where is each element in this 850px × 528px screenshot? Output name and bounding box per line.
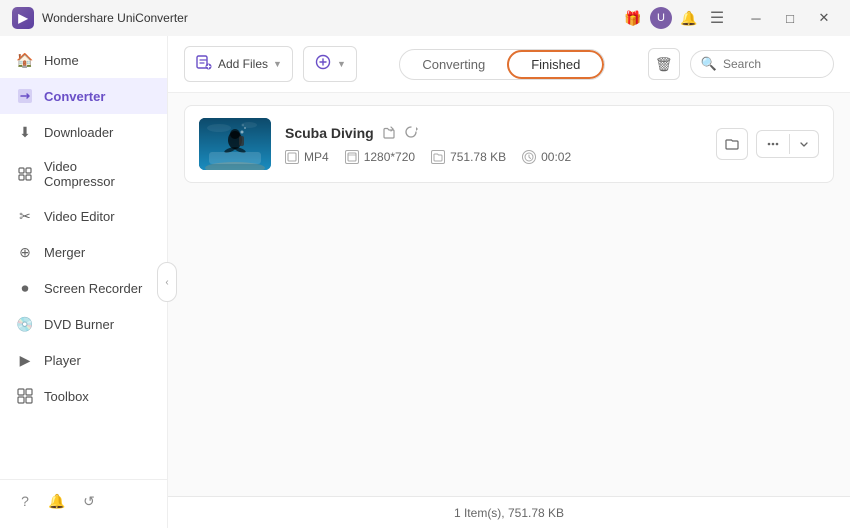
- clock-icon: [522, 150, 536, 164]
- sidebar-item-downloader[interactable]: ⬇ Downloader: [0, 114, 167, 150]
- merger-icon: ⊕: [16, 243, 34, 261]
- open-file-icon[interactable]: [382, 125, 396, 142]
- title-bar-right: 🎁 U 🔔 ☰ ─ □ ✕: [622, 7, 838, 29]
- add-format-chevron: ▼: [337, 59, 346, 69]
- open-folder-button[interactable]: [716, 128, 748, 160]
- resolution-icon: [345, 150, 359, 164]
- file-meta: MP4 1280*720: [285, 150, 702, 164]
- minimize-button[interactable]: ─: [742, 7, 770, 29]
- sidebar-item-home[interactable]: 🏠 Home: [0, 42, 167, 78]
- file-actions: [716, 128, 819, 160]
- close-button[interactable]: ✕: [810, 7, 838, 29]
- player-icon: ▶: [16, 351, 34, 369]
- maximize-button[interactable]: □: [776, 7, 804, 29]
- tab-converting[interactable]: Converting: [400, 52, 507, 77]
- sidebar-collapse-button[interactable]: ‹: [157, 262, 177, 302]
- size-meta: 751.78 KB: [431, 150, 506, 164]
- add-files-button[interactable]: Add Files ▼: [184, 46, 293, 82]
- refresh-icon[interactable]: [404, 125, 418, 142]
- sidebar-item-video-editor[interactable]: ✂ Video Editor: [0, 198, 167, 234]
- recorder-icon: ⏺: [16, 279, 34, 297]
- sidebar-item-merger[interactable]: ⊕ Merger: [0, 234, 167, 270]
- gift-icon[interactable]: 🎁: [622, 7, 644, 29]
- add-files-chevron: ▼: [273, 59, 282, 69]
- notifications-footer-icon[interactable]: 🔔: [48, 492, 66, 510]
- title-bar-icons: 🎁 U 🔔 ☰: [622, 7, 728, 29]
- tab-group: Converting Finished: [399, 49, 605, 80]
- sidebar-item-screen-recorder[interactable]: ⏺ Screen Recorder: [0, 270, 167, 306]
- editor-icon: ✂: [16, 207, 34, 225]
- file-info: Scuba Diving: [285, 125, 702, 164]
- file-name-row: Scuba Diving: [285, 125, 702, 142]
- sidebar-item-toolbox[interactable]: Toolbox: [0, 378, 167, 414]
- sidebar-item-converter[interactable]: Converter: [0, 78, 167, 114]
- compressor-icon: [16, 165, 34, 183]
- converter-icon: [16, 87, 34, 105]
- title-bar-left: ▶ Wondershare UniConverter: [12, 7, 188, 29]
- resolution-meta: 1280*720: [345, 150, 415, 164]
- duration-value: 00:02: [541, 150, 571, 164]
- delete-button[interactable]: 🗑: [648, 48, 680, 80]
- user-avatar-icon[interactable]: U: [650, 7, 672, 29]
- main-content: Add Files ▼ ▼ Converting Finished 🗑: [168, 36, 850, 528]
- dropdown-arrow-button[interactable]: [790, 133, 818, 155]
- search-bar: 🔍: [690, 50, 834, 78]
- add-format-button[interactable]: ▼: [303, 46, 357, 82]
- format-meta: MP4: [285, 150, 329, 164]
- add-format-icon: [314, 53, 332, 75]
- size-value: 751.78 KB: [450, 150, 506, 164]
- duration-meta: 00:02: [522, 150, 571, 164]
- sidebar: 🏠 Home Converter ⬇ Downloader: [0, 36, 168, 528]
- sidebar-item-dvd-burner[interactable]: 💿 DVD Burner: [0, 306, 167, 342]
- format-icon: [285, 150, 299, 164]
- dvd-icon: 💿: [16, 315, 34, 333]
- thumbnail-image: [199, 118, 271, 170]
- home-icon: 🏠: [16, 51, 34, 69]
- app-logo: ▶: [12, 7, 34, 29]
- title-bar: ▶ Wondershare UniConverter 🎁 U 🔔 ☰ ─ □ ✕: [0, 0, 850, 36]
- action-btn-group: [756, 130, 819, 158]
- file-card: Scuba Diving: [184, 105, 834, 183]
- downloader-icon: ⬇: [16, 123, 34, 141]
- bell-icon[interactable]: 🔔: [678, 7, 700, 29]
- more-actions-button[interactable]: [757, 131, 789, 157]
- sidebar-item-player[interactable]: ▶ Player: [0, 342, 167, 378]
- help-icon[interactable]: ?: [16, 492, 34, 510]
- file-name: Scuba Diving: [285, 125, 374, 141]
- file-thumbnail: [199, 118, 271, 170]
- format-value: MP4: [304, 150, 329, 164]
- tab-finished[interactable]: Finished: [507, 50, 604, 79]
- status-bar: 1 Item(s), 751.78 KB: [168, 496, 850, 528]
- toolbox-icon: [16, 387, 34, 405]
- file-list: Scuba Diving: [168, 93, 850, 496]
- app-title: Wondershare UniConverter: [42, 11, 188, 25]
- sidebar-item-video-compressor[interactable]: Video Compressor: [0, 150, 167, 198]
- delete-icon: 🗑: [655, 56, 673, 73]
- sidebar-footer: ? 🔔 ↺: [0, 479, 167, 522]
- feedback-icon[interactable]: ↺: [80, 492, 98, 510]
- app-body: 🏠 Home Converter ⬇ Downloader: [0, 36, 850, 528]
- search-input[interactable]: [723, 57, 823, 71]
- add-files-icon: [195, 53, 213, 75]
- search-icon: 🔍: [701, 56, 717, 72]
- toolbar: Add Files ▼ ▼ Converting Finished 🗑: [168, 36, 850, 93]
- add-files-label: Add Files: [218, 57, 268, 71]
- folder-icon: [431, 150, 445, 164]
- resolution-value: 1280*720: [364, 150, 415, 164]
- status-text: 1 Item(s), 751.78 KB: [454, 506, 564, 520]
- menu-icon[interactable]: ☰: [706, 7, 728, 29]
